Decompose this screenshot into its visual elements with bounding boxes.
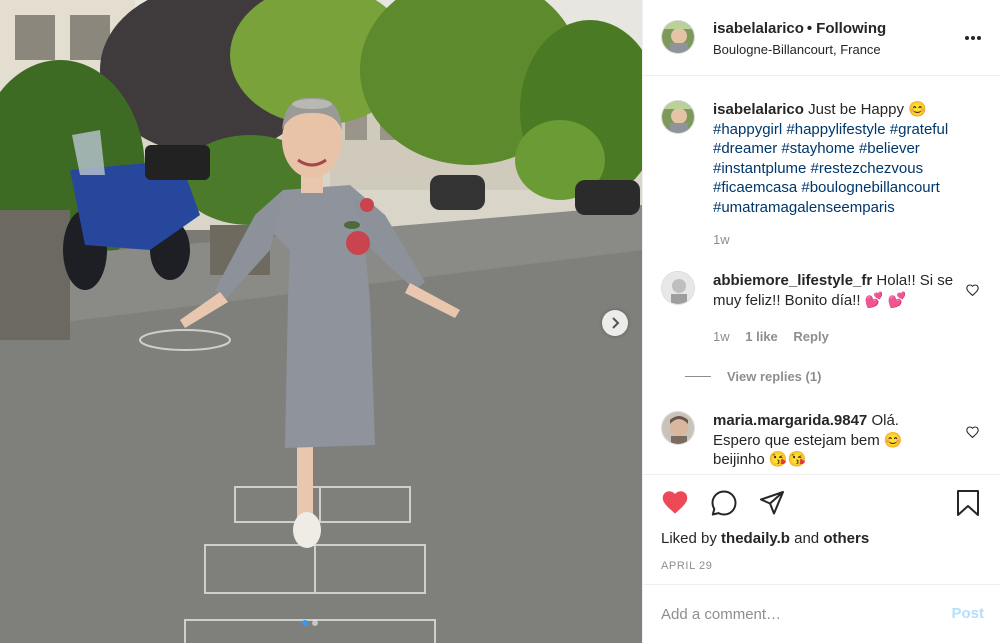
caption-time[interactable]: 1w [713,232,730,247]
comment-icon [711,490,737,516]
post-author: isabelalarico • Following [713,20,886,37]
comment-username[interactable]: maria.margarida.9847 [713,412,867,429]
next-photo-button[interactable] [602,310,628,336]
avatar[interactable] [661,411,695,445]
comment-meta: 1w 1 like Reply [713,329,841,344]
share-icon [760,491,784,515]
heart-icon [966,284,979,297]
header-separator: • [806,20,813,37]
avatar[interactable] [661,100,695,134]
comment-text: maria.margarida.9847 Olá. Espero que est… [713,411,975,470]
share-button[interactable] [758,489,786,520]
hashtags-line[interactable]: #instantplume #restezchezvous [713,160,923,177]
view-replies-button[interactable]: View replies (1) [685,369,821,384]
comment-like-button[interactable] [966,425,979,441]
location-link[interactable]: Boulogne-Billancourt, France [713,42,881,57]
post-modal: isabelalarico • Following Boulogne-Billanc… [0,0,1000,643]
chevron-right-icon [612,317,620,329]
save-button[interactable] [955,489,981,520]
replies-divider [685,376,711,377]
comment-body: Olá. [871,412,899,429]
reply-button[interactable]: Reply [793,329,828,344]
comment-username[interactable]: abbiemore_lifestyle_fr [713,272,872,289]
heart-icon [966,426,979,439]
post-header: isabelalarico • Following Boulogne-Billanc… [643,0,1000,76]
comment-body: beijinho 😘😘 [713,451,807,468]
hashtags-line[interactable]: #umatramagalenseemparis [713,199,895,216]
comment-button[interactable] [710,489,738,520]
avatar[interactable] [661,271,695,305]
hashtags-line[interactable]: #happygirl #happylifestyle #grateful [713,121,948,138]
author-username[interactable]: isabelalarico [713,20,804,37]
heart-icon [662,491,688,514]
caption: isabelalarico Just be Happy 😊 #happygirl… [661,100,991,250]
carousel-dot-active [302,620,308,626]
hashtags-line[interactable]: #dreamer #stayhome #believer [713,140,920,157]
caption-text: isabelalarico Just be Happy 😊 #happygirl… [713,100,975,217]
comment-body: Espero que estejam bem 😊 [713,431,903,449]
comment-input[interactable] [661,602,921,626]
comment-likes[interactable]: 1 like [745,329,778,344]
carousel-dot [312,620,318,626]
liked-by-user[interactable]: thedaily.b [721,530,790,547]
comment-time[interactable]: 1w [713,329,730,344]
add-comment-form: Post [643,584,1000,643]
comment-item: abbiemore_lifestyle_fr Hola!! Si se muy … [661,271,991,391]
caption-body: Just be Happy 😊 [808,101,927,118]
follow-button[interactable]: Following [816,20,886,37]
post-date[interactable]: APRIL 29 [661,560,712,572]
caption-meta: 1w [713,232,742,247]
bookmark-icon [957,490,979,516]
carousel-indicator [302,620,318,626]
hashtags-line[interactable]: #ficaemcasa #boulognebillancourt [713,179,940,196]
comment-text: abbiemore_lifestyle_fr Hola!! Si se muy … [713,271,975,310]
post-sidebar: isabelalarico • Following Boulogne-Billanc… [642,0,1000,643]
avatar[interactable] [661,20,695,54]
more-icon [965,36,981,40]
like-button[interactable] [661,489,689,518]
post-photo[interactable] [0,0,642,643]
post-comment-button[interactable]: Post [951,605,984,622]
post-actions: Liked by thedaily.b and others APRIL 29 [643,474,1000,584]
liked-by-others[interactable]: others [823,530,869,547]
comment-like-button[interactable] [966,283,979,299]
comment-body: Hola!! Si se [876,272,954,289]
liked-by: Liked by thedaily.b and others [661,530,869,547]
comments-list[interactable]: isabelalarico Just be Happy 😊 #happygirl… [643,77,1000,473]
liked-by-and: and [794,530,820,547]
view-replies-label: View replies (1) [727,369,822,384]
comment-item: maria.margarida.9847 Olá. Espero que est… [661,411,991,473]
liked-by-prefix: Liked by [661,530,717,547]
photo-scene [0,0,642,643]
caption-username[interactable]: isabelalarico [713,101,804,118]
comment-body: muy feliz!! Bonito día!! 💕 💕 [713,291,907,309]
more-options-button[interactable] [964,28,982,44]
